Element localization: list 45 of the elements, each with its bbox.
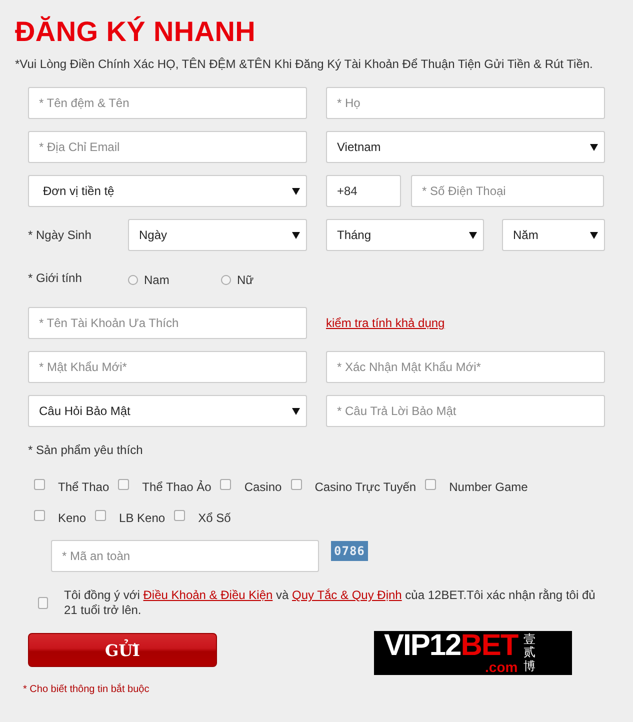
dropdown-arrow-icon	[469, 232, 477, 238]
form-title: ĐĂNG KÝ NHANH	[15, 15, 257, 49]
username-field[interactable]: * Tên Tài Khoản Ưa Thích	[28, 307, 307, 339]
product-checkbox[interactable]: Number Game	[425, 477, 528, 497]
notice-text: *Vui Lòng Điền Chính Xác HỌ, TÊN ĐỆM &TÊN Khi Đăng Ký Tài Khoản Để Thuận Tiện Gửi Tiền & Rút Tiền.	[15, 57, 594, 71]
product-checkbox[interactable]: Thể Thao Ảo	[118, 477, 212, 497]
dropdown[interactable]: Vietnam	[326, 131, 605, 163]
dropdown-arrow-icon	[292, 188, 300, 194]
product-checkbox[interactable]: Thể Thao	[34, 477, 110, 497]
agree-checkbox[interactable]	[38, 597, 48, 609]
radio-option[interactable]: Nữ	[221, 273, 281, 287]
required-note: * Cho biết thông tin bắt buộc	[23, 684, 150, 695]
input-field[interactable]: * Tên đệm & Tên	[28, 87, 307, 119]
dropdown[interactable]: Tháng	[326, 219, 484, 251]
products-label: * Sản phẩm yêu thích	[28, 443, 144, 459]
email-field[interactable]: * Địa Chỉ Email	[28, 131, 307, 163]
dropdown-arrow-icon	[292, 232, 300, 238]
answer-field[interactable]: * Câu Trả Lời Bảo Mật	[326, 395, 605, 427]
dropdown[interactable]: Năm	[502, 219, 605, 251]
birthday-label: * Ngày Sinh	[28, 228, 92, 242]
phone-field[interactable]: * Số Điện Thoại	[411, 175, 604, 207]
dropdown[interactable]: Ngày	[128, 219, 307, 251]
captcha-image: 0786	[331, 541, 368, 561]
product-checkbox[interactable]: Casino Trực Tuyến	[290, 477, 416, 497]
check-availability-link[interactable]: kiểm tra tính khả dụng	[326, 316, 445, 330]
agreement-text: Tôi đồng ý với Điều Khoản & Điều Kiện và Quy Tắc & Quy Định của 12BET.Tôi xác nhận rằng tôi đủ 21 tuổi trở lên.	[64, 588, 596, 618]
radio-option[interactable]: Nam	[128, 273, 221, 287]
dropdown[interactable]: Câu Hỏi Bảo Mật	[28, 395, 307, 427]
input-field[interactable]: * Họ	[326, 87, 605, 119]
product-checkbox[interactable]: Casino	[220, 477, 282, 497]
dropdown-arrow-icon	[292, 408, 300, 414]
dropdown-arrow-icon	[590, 144, 598, 150]
dropdown-arrow-icon	[590, 232, 598, 238]
dropdown[interactable]: Đơn vị tiền tệ	[28, 175, 307, 207]
phone-code-field[interactable]: +84	[326, 175, 401, 207]
terms-link[interactable]: Quy Tắc & Quy Định	[292, 588, 402, 602]
terms-link[interactable]: Điều Khoản & Điều Kiện	[143, 588, 273, 602]
product-checkbox[interactable]: LB Keno	[95, 508, 166, 528]
password-field[interactable]: * Xác Nhận Mật Khẩu Mới*	[326, 351, 605, 383]
captcha-field[interactable]: * Mã an toàn	[51, 540, 319, 572]
gender-label: * Giới tính	[28, 271, 83, 285]
product-checkbox[interactable]: Xổ Số	[174, 508, 231, 528]
password-field[interactable]: * Mật Khẩu Mới*	[28, 351, 307, 383]
product-checkbox[interactable]: Keno	[34, 508, 86, 528]
submit-button[interactable]: GỬI	[28, 633, 217, 667]
